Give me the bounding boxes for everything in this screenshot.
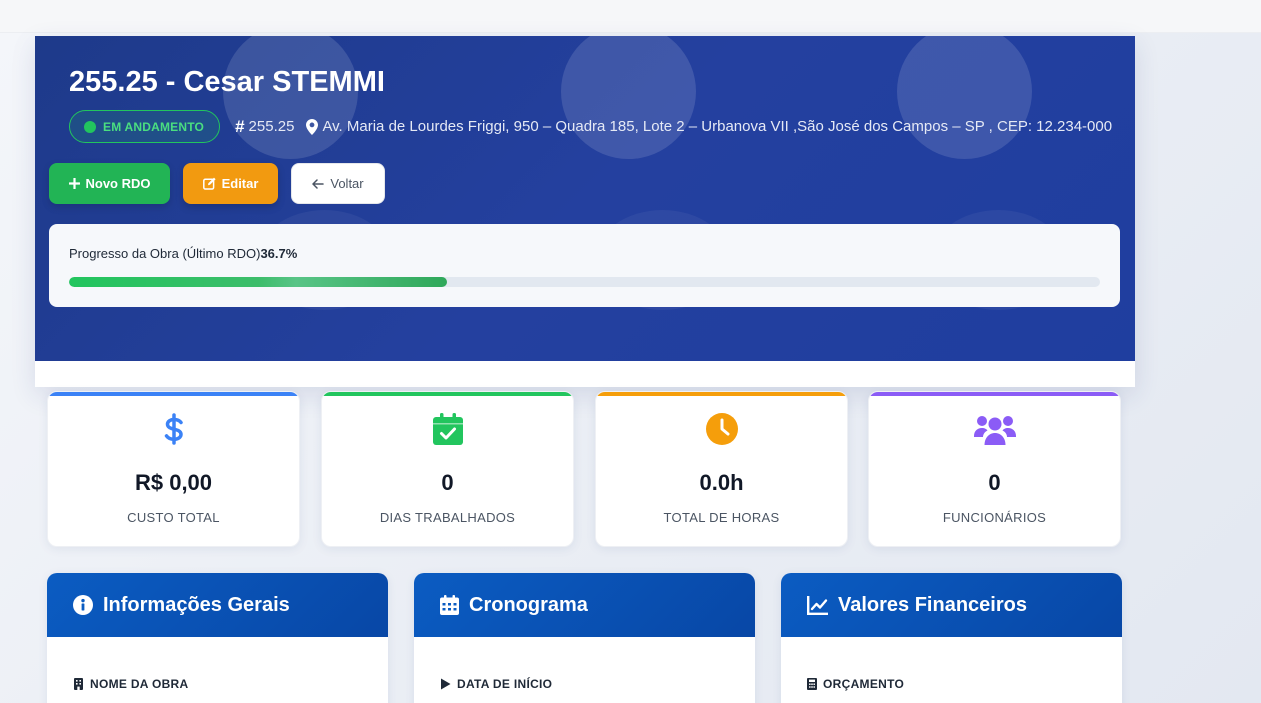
- project-code-text: 255.25: [248, 118, 295, 135]
- panel-header: Informações Gerais: [47, 573, 388, 637]
- panel-header: Cronograma: [414, 573, 755, 637]
- stat-label: DIAS TRABALHADOS: [379, 510, 516, 525]
- users-icon: [973, 416, 1016, 445]
- status-dot-icon: [84, 120, 96, 133]
- project-address-text: Av. Maria de Lourdes Friggi, 950 – Quadr…: [322, 118, 1113, 135]
- progress-value: 36.7%: [260, 246, 298, 261]
- field-label: ORÇAMENTO: [823, 677, 905, 691]
- stat-label: TOTAL DE HORAS: [663, 510, 780, 525]
- panel-schedule: Cronograma DATA DE INÍCIO: [414, 573, 755, 703]
- top-bar: [0, 0, 1261, 33]
- page-title: 255.25 - Cesar STEMMI: [69, 66, 385, 98]
- hashtag-icon: #: [235, 116, 245, 136]
- play-icon: [441, 678, 451, 690]
- clock-icon: [705, 413, 738, 445]
- stat-value: 0.0h: [699, 470, 744, 495]
- new-rdo-label: Novo RDO: [85, 176, 151, 191]
- dollar-icon: [164, 413, 183, 445]
- field-label: NOME DA OBRA: [90, 677, 189, 691]
- edit-label: Editar: [221, 176, 259, 191]
- stat-value: 0: [441, 470, 454, 495]
- stat-card-days: 0 DIAS TRABALHADOS: [321, 391, 574, 547]
- field-start-date: DATA DE INÍCIO: [440, 677, 552, 691]
- progress-bar-fill: [69, 277, 448, 287]
- panel-header: Valores Financeiros: [781, 573, 1122, 637]
- stat-accent-bar: [869, 392, 1120, 396]
- edit-icon: [202, 177, 216, 190]
- stat-accent-bar: [48, 392, 299, 396]
- new-rdo-button[interactable]: Novo RDO: [49, 163, 170, 204]
- progress-label-text: Progresso da Obra (Último RDO): [69, 246, 261, 261]
- calendar-check-icon: [432, 413, 463, 445]
- progress-card: Progresso da Obra (Último RDO)36.7%: [49, 224, 1120, 307]
- stat-value: 0: [988, 470, 1001, 495]
- panel-title: Informações Gerais: [103, 593, 290, 616]
- progress-bar: [69, 277, 1100, 287]
- action-buttons: Novo RDO Editar Voltar: [49, 163, 385, 204]
- panel-title: Valores Financeiros: [838, 593, 1027, 616]
- stat-accent-bar: [322, 392, 573, 396]
- project-hero: 255.25 - Cesar STEMMI EM ANDAMENTO # 255…: [35, 36, 1135, 361]
- back-button[interactable]: Voltar: [291, 163, 385, 204]
- stat-label: CUSTO TOTAL: [127, 510, 220, 525]
- panel-general-info: Informações Gerais NOME DA OBRA: [47, 573, 388, 703]
- calculator-icon: [807, 678, 817, 690]
- project-meta: EM ANDAMENTO # 255.25 Av. Maria de Lourd…: [69, 110, 1112, 143]
- edit-button[interactable]: Editar: [183, 163, 278, 204]
- arrow-left-icon: [312, 178, 325, 189]
- panel-title: Cronograma: [469, 593, 588, 616]
- chart-line-icon: [807, 595, 828, 615]
- field-project-name: NOME DA OBRA: [73, 677, 189, 691]
- stat-value: R$ 0,00: [134, 470, 213, 495]
- info-icon: [73, 595, 93, 615]
- status-badge: EM ANDAMENTO: [69, 110, 221, 143]
- project-header-card: 255.25 - Cesar STEMMI EM ANDAMENTO # 255…: [35, 36, 1135, 387]
- stat-card-cost: R$ 0,00 CUSTO TOTAL: [47, 391, 300, 547]
- field-label: DATA DE INÍCIO: [457, 677, 553, 691]
- calendar-icon: [440, 595, 459, 615]
- building-icon: [74, 678, 83, 690]
- project-address: Av. Maria de Lourdes Friggi, 950 – Quadr…: [306, 118, 1112, 135]
- back-label: Voltar: [330, 176, 364, 191]
- progress-label: Progresso da Obra (Último RDO)36.7%: [69, 246, 297, 261]
- stat-label: FUNCIONÁRIOS: [942, 510, 1047, 525]
- stat-accent-bar: [596, 392, 847, 396]
- field-budget: ORÇAMENTO: [807, 677, 904, 691]
- stat-card-employees: 0 FUNCIONÁRIOS: [868, 391, 1121, 547]
- plus-icon: [68, 178, 80, 189]
- project-code: # 255.25: [235, 117, 294, 137]
- panel-financial-values: Valores Financeiros ORÇAMENTO: [781, 573, 1122, 703]
- map-pin-icon: [306, 118, 319, 135]
- status-text: EM ANDAMENTO: [103, 119, 205, 134]
- stat-card-hours: 0.0h TOTAL DE HORAS: [595, 391, 848, 547]
